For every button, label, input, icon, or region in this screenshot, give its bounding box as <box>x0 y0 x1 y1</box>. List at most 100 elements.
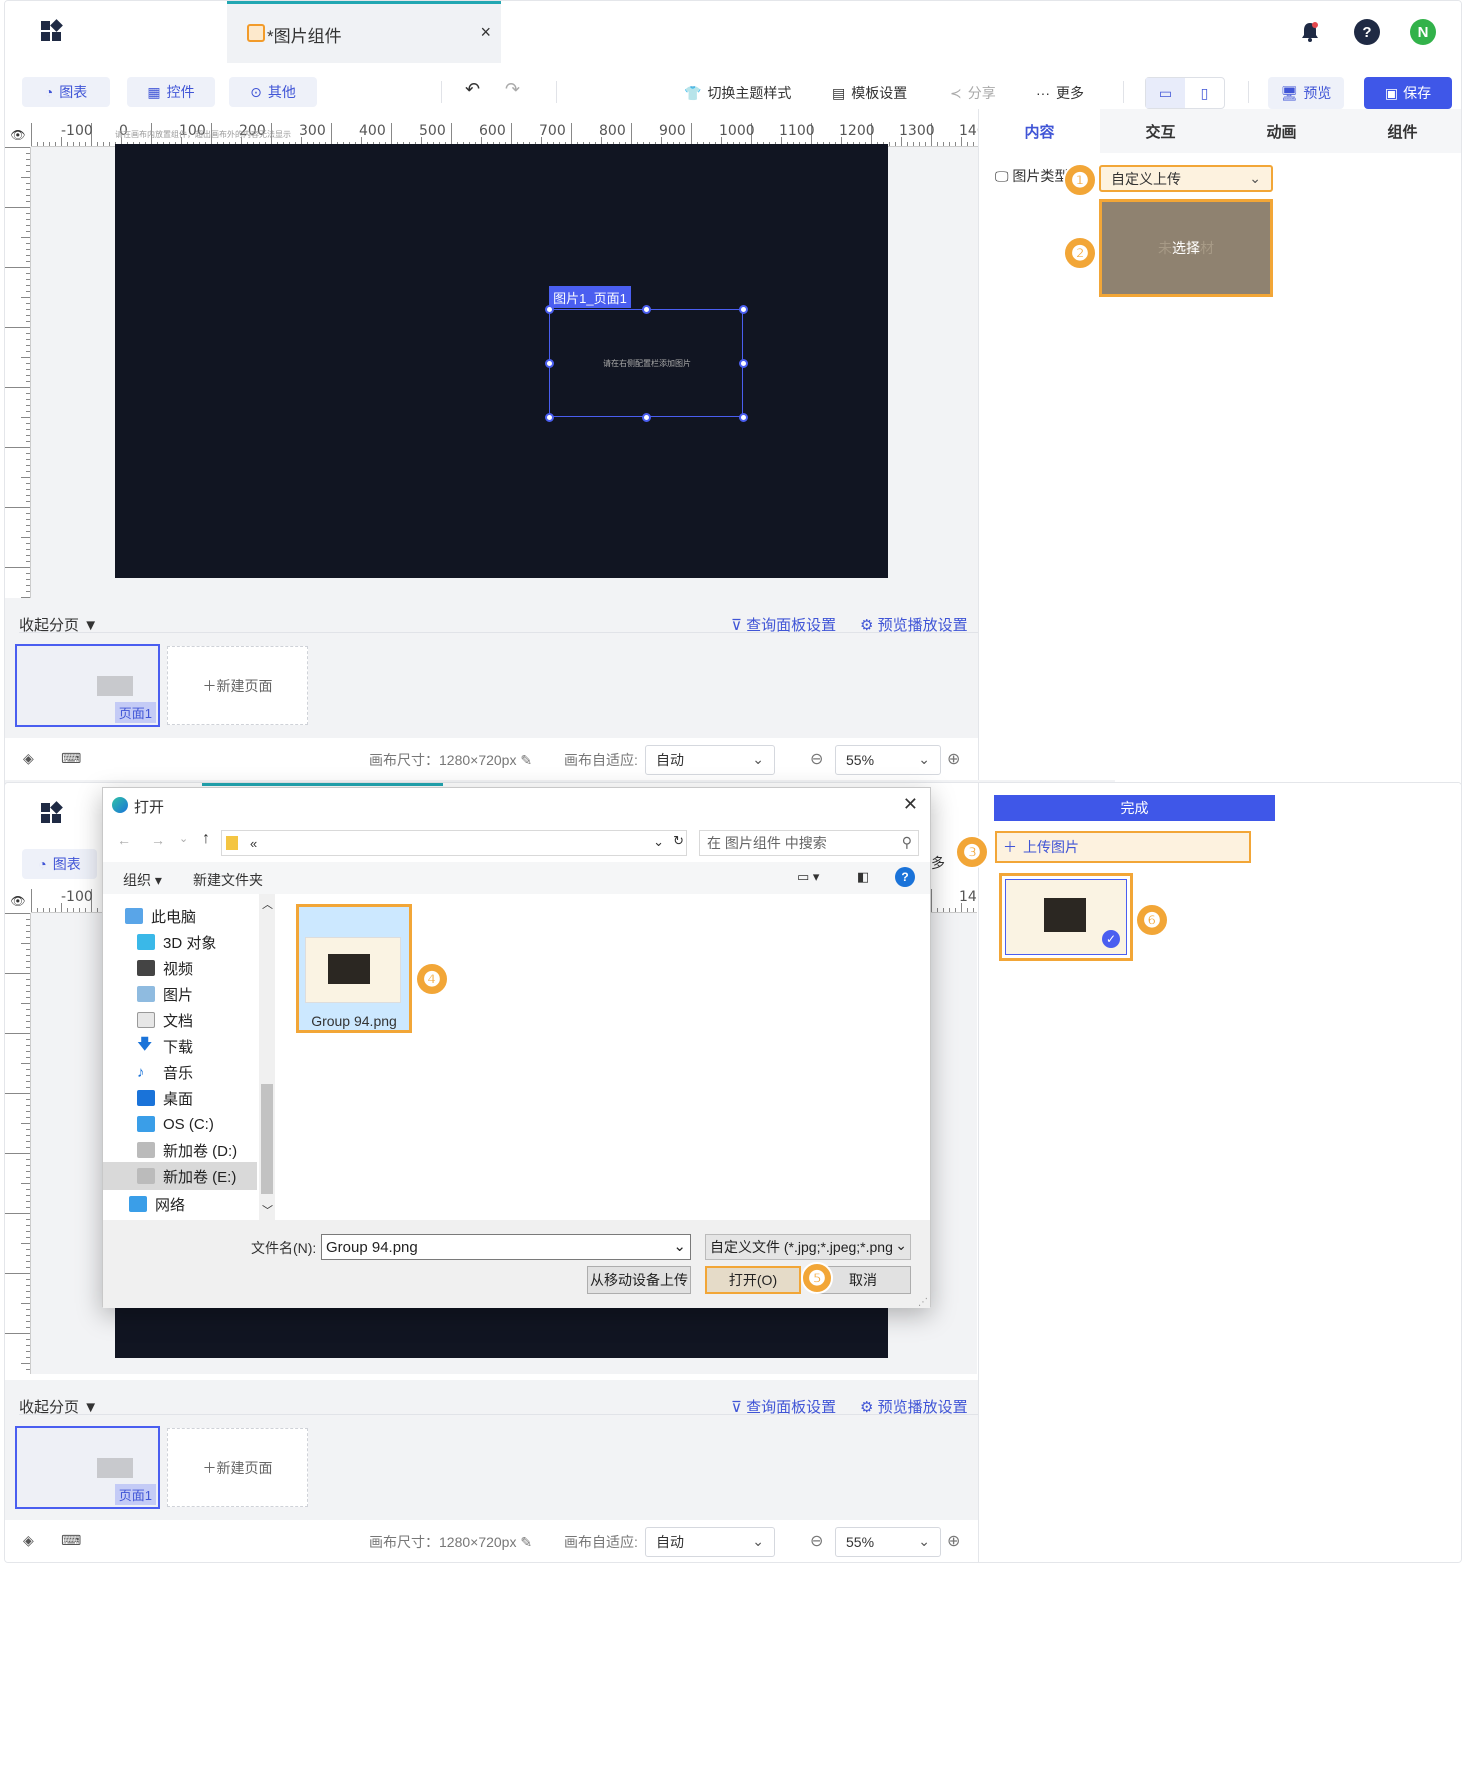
help-icon[interactable]: ? <box>1354 19 1380 45</box>
canvas[interactable] <box>115 144 888 578</box>
size-value: 1280×720px <box>439 1534 517 1550</box>
chevron-down-icon[interactable]: ⌄ <box>179 832 188 845</box>
edit-icon[interactable]: ✎ <box>520 1534 532 1550</box>
chart-button[interactable]: ◔ 图表 <box>22 849 97 879</box>
document-icon <box>137 1012 155 1028</box>
filename-input[interactable]: Group 94.png ⌄ <box>321 1234 691 1260</box>
undo-button[interactable]: ↶ <box>465 79 480 100</box>
open-file-dialog: 打开 ✕ ← → ⌄ ↑ « ⌄ ↻ 在 图片组件 中搜索 ⚲ 组织 ▾ 新建文… <box>102 787 931 1308</box>
tree-network[interactable]: 网络 <box>129 1190 275 1218</box>
edit-icon[interactable]: ✎ <box>520 752 532 768</box>
eye-icon[interactable]: 👁 <box>5 889 31 913</box>
resize-handle[interactable] <box>642 305 651 314</box>
widget-button[interactable]: ▦ 控件 <box>127 77 215 107</box>
organize-button[interactable]: 组织 ▾ <box>123 870 162 890</box>
bell-icon[interactable] <box>1297 19 1323 45</box>
tree-desktop[interactable]: 桌面 <box>137 1084 275 1112</box>
zoom-select[interactable]: 55% ⌄ <box>835 1527 941 1557</box>
path-bar[interactable]: « ⌄ ↻ <box>221 830 687 856</box>
avatar[interactable]: N <box>1410 19 1436 45</box>
tab-image-component[interactable]: *图片组件 × <box>227 1 501 63</box>
done-button[interactable]: 完成 <box>994 795 1275 821</box>
tab-interaction[interactable]: 交互 <box>1100 109 1221 153</box>
help-icon[interactable]: ? <box>895 867 915 887</box>
tree-this-pc[interactable]: 此电脑 <box>125 902 275 930</box>
zoom-select[interactable]: 55% ⌄ <box>835 745 941 775</box>
keyboard-icon[interactable]: ⌨ <box>61 750 81 767</box>
zoom-in-icon[interactable]: ⊕ <box>947 1531 960 1551</box>
tree-3d-objects[interactable]: 3D 对象 <box>137 928 275 956</box>
mobile-icon[interactable]: ▯ <box>1185 78 1224 108</box>
new-page-button[interactable]: ＋新建页面 <box>167 646 308 725</box>
view-icon[interactable]: ▭ ▾ <box>797 869 819 885</box>
panel-tabs: 内容 交互 动画 组件 <box>979 109 1461 153</box>
app-menu-icon[interactable] <box>39 801 63 825</box>
tree-videos[interactable]: 视频 <box>137 954 275 982</box>
layers-icon[interactable]: ◈ <box>23 1532 34 1549</box>
close-icon[interactable]: ✕ <box>903 794 918 815</box>
new-folder-button[interactable]: 新建文件夹 <box>193 870 263 890</box>
resize-handle[interactable] <box>545 413 554 422</box>
image-type-select[interactable]: 自定义上传 ⌄ <box>1099 165 1273 192</box>
tab-component[interactable]: 组件 <box>1342 109 1461 153</box>
mobile-upload-button[interactable]: 从移动设备上传 <box>587 1266 691 1294</box>
tree-downloads[interactable]: 🡇 下载 <box>137 1032 275 1060</box>
select-material-box[interactable]: 未选素材 选择 <box>1099 199 1273 297</box>
uploaded-image-thumbnail[interactable]: ✓ <box>999 873 1133 961</box>
file-item[interactable]: Group 94.png <box>296 904 412 1033</box>
refresh-icon[interactable]: ↻ <box>673 833 684 849</box>
zoom-in-icon[interactable]: ⊕ <box>947 749 960 769</box>
filter-value: 自定义文件 (*.jpg;*.jpeg;*.png <box>710 1239 893 1255</box>
resize-handle[interactable] <box>739 359 748 368</box>
resize-handle[interactable] <box>545 305 554 314</box>
network-icon <box>129 1196 147 1212</box>
fit-select[interactable]: 自动 ⌄ <box>645 1527 775 1557</box>
scroll-thumb[interactable] <box>261 1084 273 1194</box>
open-button[interactable]: 打开(O) <box>705 1266 801 1294</box>
up-icon[interactable]: ↑ <box>202 830 210 848</box>
eye-icon[interactable]: 👁 <box>5 123 31 147</box>
more-button[interactable]: ··· 更多 <box>1036 83 1084 103</box>
close-icon[interactable]: × <box>480 22 491 43</box>
preview-button[interactable]: 🖥 预览 <box>1268 77 1344 109</box>
tree-music[interactable]: ♪ 音乐 <box>137 1058 275 1086</box>
resize-handle[interactable] <box>739 413 748 422</box>
new-page-button[interactable]: ＋新建页面 <box>167 1428 308 1507</box>
image-component[interactable]: 请在右侧配置栏添加图片 <box>549 309 743 417</box>
chart-button[interactable]: ◔ 图表 <box>22 77 110 107</box>
back-icon[interactable]: ← <box>117 832 131 848</box>
forward-icon[interactable]: → <box>151 832 165 848</box>
zoom-out-icon[interactable]: ⊖ <box>810 749 823 769</box>
page-thumbnail[interactable]: 页面1 <box>15 1426 160 1509</box>
share-button[interactable]: ≺ 分享 <box>950 83 996 103</box>
desktop-icon[interactable]: ▭ <box>1146 78 1185 108</box>
template-button[interactable]: ▤ 模板设置 <box>832 83 907 103</box>
tree-pictures[interactable]: 图片 <box>137 980 275 1008</box>
other-button[interactable]: ⊙ 其他 <box>229 77 317 107</box>
redo-button[interactable]: ↷ <box>505 79 520 100</box>
tree-drive-d[interactable]: 新加卷 (D:) <box>137 1136 275 1164</box>
app-menu-icon[interactable] <box>39 19 63 43</box>
canvas[interactable] <box>115 1304 888 1358</box>
resize-handle[interactable] <box>739 305 748 314</box>
preview-pane-icon[interactable]: ◧ <box>857 869 869 885</box>
tree-scrollbar[interactable]: ︿ ﹀ <box>259 894 275 1220</box>
zoom-out-icon[interactable]: ⊖ <box>810 1531 823 1551</box>
resize-handle[interactable] <box>642 413 651 422</box>
search-input[interactable]: 在 图片组件 中搜索 ⚲ <box>699 830 919 856</box>
theme-button[interactable]: 👕 切换主题样式 <box>684 83 791 103</box>
upload-image-button[interactable]: ＋ 上传图片 <box>995 831 1251 863</box>
page-thumbnail[interactable]: 页面1 <box>15 644 160 727</box>
tree-documents[interactable]: 文档 <box>137 1006 275 1034</box>
tree-drive-c[interactable]: OS (C:) <box>137 1110 275 1138</box>
tab-content[interactable]: 内容 <box>979 109 1100 153</box>
layers-icon[interactable]: ◈ <box>23 750 34 767</box>
keyboard-icon[interactable]: ⌨ <box>61 1532 81 1549</box>
tab-animation[interactable]: 动画 <box>1221 109 1342 153</box>
save-button[interactable]: ▣ 保存 <box>1364 77 1452 109</box>
tree-drive-e[interactable]: 新加卷 (E:) <box>103 1162 257 1190</box>
fit-select[interactable]: 自动 ⌄ <box>645 745 775 775</box>
resize-grip-icon[interactable]: ⋰ <box>918 1297 928 1308</box>
resize-handle[interactable] <box>545 359 554 368</box>
file-type-select[interactable]: 自定义文件 (*.jpg;*.jpeg;*.png ⌄ <box>705 1234 911 1260</box>
